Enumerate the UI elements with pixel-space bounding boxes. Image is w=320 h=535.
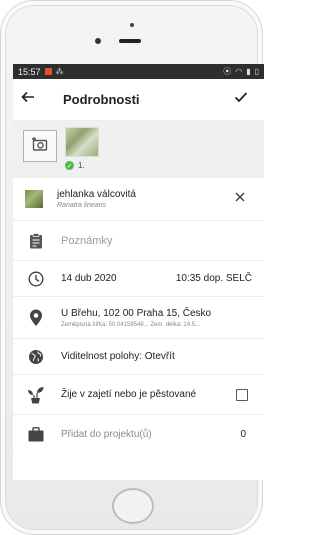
- checkmark-icon[interactable]: [234, 90, 248, 109]
- wifi-icon: ◠: [235, 67, 243, 76]
- captive-label: Žije v zajetí nebo je pěstované: [61, 389, 197, 400]
- species-thumbnail: [25, 190, 43, 208]
- photo-strip: ✓ 1.: [13, 121, 264, 178]
- checkmark-circle-icon: ✓: [65, 161, 74, 170]
- geoprivacy-label: Viditelnost polohy: Otevřít: [61, 351, 175, 362]
- page-title: Podrobnosti: [63, 92, 140, 107]
- battery-icon: ▯: [254, 67, 259, 76]
- photo-index: 1.: [78, 161, 85, 170]
- potted-plant-icon: [25, 386, 47, 404]
- captive-checkbox[interactable]: [236, 388, 248, 401]
- notification-icon: [44, 68, 52, 75]
- notes-placeholder: Poznámky: [61, 234, 113, 247]
- species-common-name: jehlanka válcovitá: [57, 189, 136, 200]
- location-address: U Břehu, 102 00 Praha 15, Česko: [61, 307, 212, 319]
- location-status-icon: ⦿: [223, 67, 232, 76]
- location-row[interactable]: U Břehu, 102 00 Praha 15, Česko Zeměpisn…: [13, 297, 264, 339]
- home-button[interactable]: [112, 488, 154, 524]
- front-camera: [95, 38, 101, 44]
- status-bar: 15:57 ⁂ ⦿ ◠ ▮ ▯: [13, 64, 264, 79]
- captive-row[interactable]: Žije v zajetí nebo je pěstované: [13, 375, 264, 415]
- globe-icon: [25, 349, 47, 365]
- projects-count: 0: [240, 428, 246, 440]
- observation-time: 10:35 dop. SELČ: [175, 273, 252, 284]
- phone-frame: 15:57 ⁂ ⦿ ◠ ▮ ▯ Podrobnosti ✓ 1. jehlank…: [0, 0, 264, 535]
- app-grid-icon: ⁂: [55, 67, 64, 76]
- location-details: U Břehu, 102 00 Praha 15, Česko Zeměpisn…: [61, 308, 211, 328]
- location-coordinates: Zeměpisná šířka: 50.04159548... Zem. dél…: [61, 321, 201, 328]
- map-pin-icon: [25, 309, 47, 327]
- status-time: 15:57: [18, 66, 41, 77]
- species-names: jehlanka válcovitá Ranatra linearis: [57, 189, 136, 209]
- briefcase-icon: [25, 426, 47, 442]
- species-row[interactable]: jehlanka válcovitá Ranatra linearis: [13, 178, 264, 221]
- species-latin-name: Ranatra linearis: [57, 202, 107, 209]
- arrow-left-icon[interactable]: [21, 90, 43, 109]
- app-bar: Podrobnosti: [13, 79, 264, 121]
- clipboard-icon: [25, 232, 47, 249]
- close-icon[interactable]: [234, 190, 246, 208]
- proximity-sensor: [130, 23, 134, 27]
- add-photo-button[interactable]: [23, 130, 57, 162]
- photo-thumbnail[interactable]: [65, 127, 99, 157]
- date-time-row[interactable]: 14 dub 2020 10:35 dop. SELČ: [13, 261, 264, 297]
- notes-field[interactable]: Poznámky: [13, 221, 264, 261]
- photo-caption: ✓ 1.: [65, 161, 85, 170]
- clock-icon: [25, 270, 47, 287]
- observation-date: 14 dub 2020: [61, 273, 117, 284]
- projects-row[interactable]: Přidat do projektu(ů) 0: [13, 415, 264, 453]
- projects-label: Přidat do projektu(ů): [61, 428, 152, 440]
- signal-icon: ▮: [246, 67, 251, 76]
- status-indicators: ⦿ ◠ ▮ ▯: [223, 66, 259, 77]
- earpiece-speaker: [119, 39, 141, 43]
- camera-plus-icon: [31, 136, 49, 157]
- photo-item[interactable]: ✓ 1.: [65, 127, 99, 170]
- geoprivacy-row[interactable]: Viditelnost polohy: Otevřít: [13, 339, 264, 375]
- screen: 15:57 ⁂ ⦿ ◠ ▮ ▯ Podrobnosti ✓ 1. jehlank…: [13, 64, 264, 480]
